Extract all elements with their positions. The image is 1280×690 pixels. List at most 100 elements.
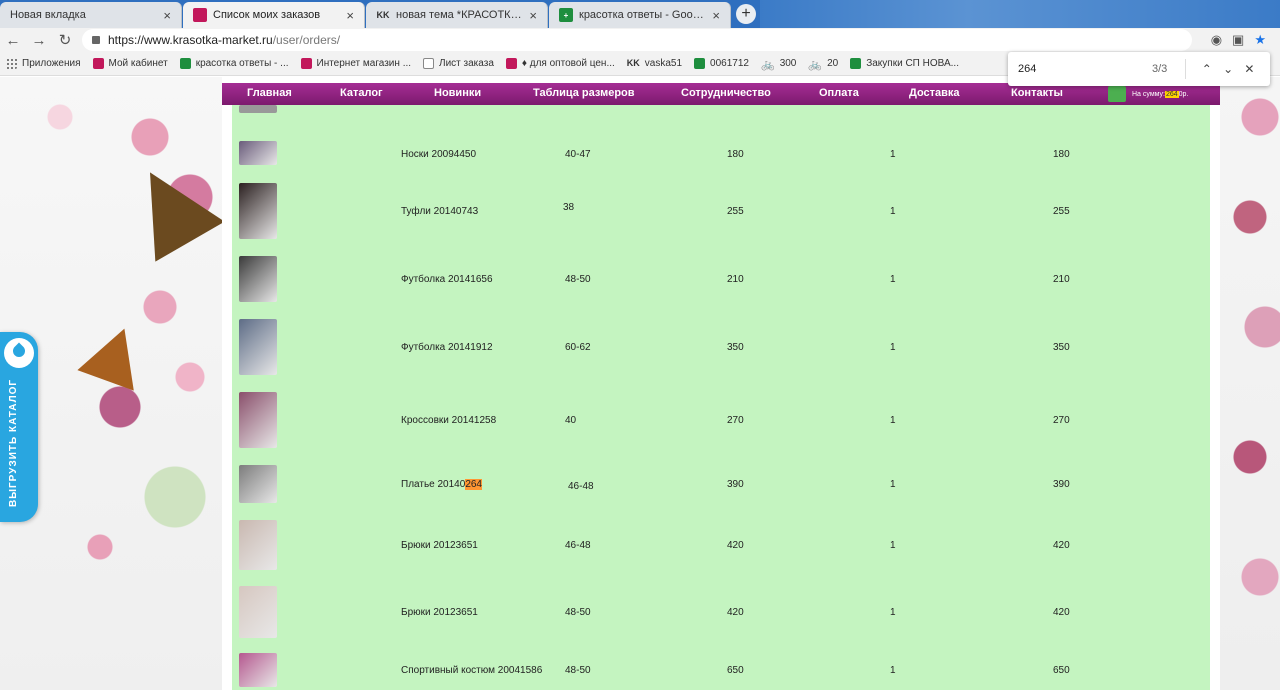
product-price: 420 [727,607,744,618]
product-thumbnail[interactable] [239,183,277,239]
nav-catalog[interactable]: Каталог [340,87,383,99]
product-size: 40 [565,415,577,426]
bookmark-300[interactable]: 🚲 300 [760,58,796,71]
product-name[interactable]: Кроссовки 20141258 [401,415,496,426]
tab-new-tab[interactable]: Новая вкладка × [0,2,182,28]
tab-orders[interactable]: Список моих заказов × [183,2,365,28]
bookmark-vaska51[interactable]: KK vaska51 [627,58,682,69]
close-icon[interactable]: × [163,8,171,23]
bookmark-wholesale[interactable]: ♦ для оптовой цен... [505,58,615,69]
browser-toolbar: ← → ↻ https://www.krasotka-market.ru/use… [0,28,1280,52]
cart-label: На сумму: [1132,90,1165,98]
chevron-up-icon[interactable]: ⌃ [1196,62,1217,76]
product-thumbnail[interactable] [239,141,277,165]
extension-icon[interactable]: ◉ [1211,32,1222,48]
bookmark-star-icon[interactable]: ★ [1254,32,1266,48]
product-thumbnail[interactable] [239,105,277,113]
butterfly-icon [115,152,225,262]
product-thumbnail[interactable] [239,465,277,503]
product-thumbnail[interactable] [239,586,277,638]
cart-currency: 0р. [1178,90,1189,98]
product-total: 420 [1053,607,1070,618]
product-name[interactable]: Спортивный костюм 20041586 [401,665,542,676]
floral-background-right [1220,77,1280,690]
bookmark-label: Закупки СП НОВА... [866,58,959,69]
product-price: 255 [727,206,744,217]
product-name[interactable]: Брюки 20123651 [401,607,478,618]
tab-title: Список моих заказов [213,9,321,21]
bookmark-label: Лист заказа [439,58,494,69]
product-total: 650 [1053,665,1070,676]
nav-contacts[interactable]: Контакты [1011,87,1063,99]
product-qty: 1 [890,342,896,353]
bookmark-zakupki[interactable]: Закупки СП НОВА... [850,58,959,69]
new-tab-button[interactable]: + [736,4,756,24]
bookmark-label: ♦ для оптовой цен... [521,58,615,69]
reload-icon[interactable]: ↻ [52,31,78,49]
find-match-count: 3/3 [1152,63,1168,75]
kk-logo-icon: KK [626,58,640,68]
product-qty: 1 [890,540,896,551]
product-thumbnail[interactable] [239,256,277,302]
bicycle-icon: 🚲 [760,59,775,71]
cart-summary[interactable]: На сумму: 264 0р. [1108,83,1188,105]
product-thumbnail[interactable] [239,653,277,687]
nav-size-chart[interactable]: Таблица размеров [533,87,635,99]
find-input[interactable] [1018,63,1138,75]
close-icon[interactable]: × [346,8,354,23]
product-name[interactable]: Носки 20094450 [401,149,476,160]
product-size: 48-50 [565,274,591,285]
bookmark-label: 20 [827,58,839,69]
product-size: 48-50 [565,665,591,676]
main-content: Главная Каталог Новинки Таблица размеров… [222,77,1220,690]
nav-cooperation[interactable]: Сотрудничество [681,87,771,99]
product-size: 60-62 [565,342,591,353]
nav-payment[interactable]: Оплата [819,87,859,99]
product-name[interactable]: Платье 20140264 [401,479,482,490]
lock-icon [92,36,100,44]
orders-table: Носки 20094450 40-47 180 1 180 Туфли 201… [232,105,1210,690]
forward-icon[interactable]: → [26,32,52,49]
nav-new-arrivals[interactable]: Новинки [434,87,481,99]
shopping-bag-icon [193,8,207,22]
bookmark-0061712[interactable]: 0061712 [694,58,749,69]
product-qty: 1 [890,274,896,285]
chevron-down-icon[interactable]: ⌄ [1217,62,1238,76]
bookmark-online-store[interactable]: Интернет магазин ... [300,58,411,69]
product-name[interactable]: Брюки 20123651 [401,540,478,551]
product-name[interactable]: Футболка 20141912 [401,342,493,353]
cart-sum-highlight: 264 [1164,90,1179,98]
page-action-icon[interactable]: ▣ [1232,32,1244,48]
address-bar[interactable]: https://www.krasotka-market.ru/user/orde… [82,29,1192,51]
product-total: 420 [1053,540,1070,551]
close-icon[interactable]: × [529,8,537,23]
close-icon[interactable]: ✕ [1239,62,1260,76]
shopping-bag-icon [505,58,517,69]
apps-grid-icon [6,58,17,69]
close-icon[interactable]: × [712,8,720,23]
bookmark-apps[interactable]: Приложения [6,58,81,69]
bicycle-icon: 🚲 [808,59,823,71]
nav-delivery[interactable]: Доставка [909,87,960,99]
product-total: 255 [1053,206,1070,217]
product-price: 270 [727,415,744,426]
product-name[interactable]: Туфли 20140743 [401,206,478,217]
bookmark-sheet-answers[interactable]: красотка ответы - ... [179,58,289,69]
tab-google-sheet[interactable]: + красотка ответы - Google Табл × [549,2,731,28]
product-total: 210 [1053,274,1070,285]
download-catalog-button[interactable]: ВЫГРУЗИТЬ КАТАЛОГ [0,332,38,522]
bookmark-order-sheet[interactable]: Лист заказа [423,58,494,69]
url-path: /user/orders/ [272,33,341,47]
product-name[interactable]: Футболка 20141656 [401,274,493,285]
product-thumbnail[interactable] [239,319,277,375]
bookmark-my-cabinet[interactable]: Мой кабинет [92,58,168,69]
download-catalog-label: ВЫГРУЗИТЬ КАТАЛОГ [8,378,19,507]
product-thumbnail[interactable] [239,520,277,570]
find-separator [1185,59,1187,79]
nav-home[interactable]: Главная [247,87,292,99]
tab-forum-topic[interactable]: KK новая тема *КРАСОТКА МАРКЕТ × [366,2,548,28]
product-thumbnail[interactable] [239,392,277,448]
shopping-bag-icon [92,58,104,69]
bookmark-20[interactable]: 🚲 20 [808,58,839,71]
back-icon[interactable]: ← [0,32,26,49]
